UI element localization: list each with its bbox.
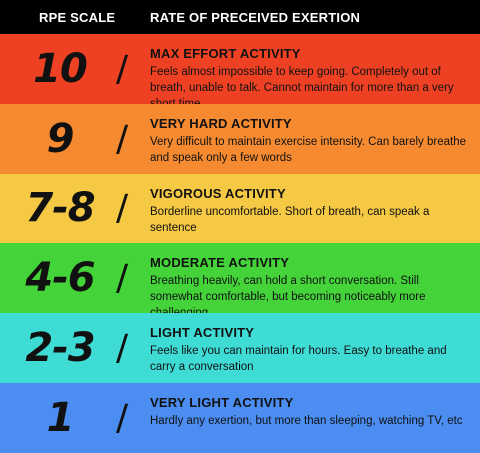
level-description: Borderline uncomfortable. Short of breat… [150,205,430,234]
slash-divider: / [116,257,129,299]
slash-divider: / [116,118,129,160]
level-number: 10 [33,45,88,92]
level-number: 4-6 [25,255,95,302]
scale-row-9: 9 / VERY HARD ACTIVITY Very difficult to… [0,103,480,174]
level-number: 2-3 [25,325,95,372]
rpe-scale-infographic: RPE SCALE RATE OF PRECEIVED EXERTION 10 … [0,0,480,453]
header-rpe-scale: RPE SCALE [39,10,116,25]
level-title: VERY HARD ACTIVITY [150,115,292,131]
level-title: VERY LIGHT ACTIVITY [150,394,294,410]
level-description: Feels almost impossible to keep going. C… [150,66,454,104]
slash-divider: / [116,397,129,439]
scale-rows: 10 / MAX EFFORT ACTIVITY Feels almost im… [0,34,480,453]
header-rate-of-exertion: RATE OF PRECEIVED EXERTION [150,10,361,25]
scale-row-10: 10 / MAX EFFORT ACTIVITY Feels almost im… [0,34,480,104]
scale-row-1: 1 / VERY LIGHT ACTIVITY Hardly any exert… [0,382,480,453]
level-title: MAX EFFORT ACTIVITY [150,46,301,61]
scale-row-4-6: 4-6 / MODERATE ACTIVITY Breathing heavil… [0,243,480,314]
level-description: Breathing heavily, can hold a short conv… [150,275,426,313]
slash-divider: / [116,187,129,229]
level-number: 7-8 [25,185,95,232]
slash-divider: / [116,327,129,369]
level-number: 1 [46,394,75,441]
level-title: MODERATE ACTIVITY [150,255,290,271]
level-title: VIGOROUS ACTIVITY [150,185,286,201]
level-description: Feels like you can maintain for hours. E… [150,345,447,374]
level-title: LIGHT ACTIVITY [150,325,255,341]
scale-row-7-8: 7-8 / VIGOROUS ACTIVITY Borderline uncom… [0,173,480,244]
level-description: Very difficult to maintain exercise inte… [150,135,466,164]
header-bar: RPE SCALE RATE OF PRECEIVED EXERTION [0,0,480,34]
slash-divider: / [116,48,129,90]
level-number: 9 [46,115,75,162]
level-description: Hardly any exertion, but more than sleep… [150,414,463,427]
scale-row-2-3: 2-3 / LIGHT ACTIVITY Feels like you can … [0,313,480,383]
